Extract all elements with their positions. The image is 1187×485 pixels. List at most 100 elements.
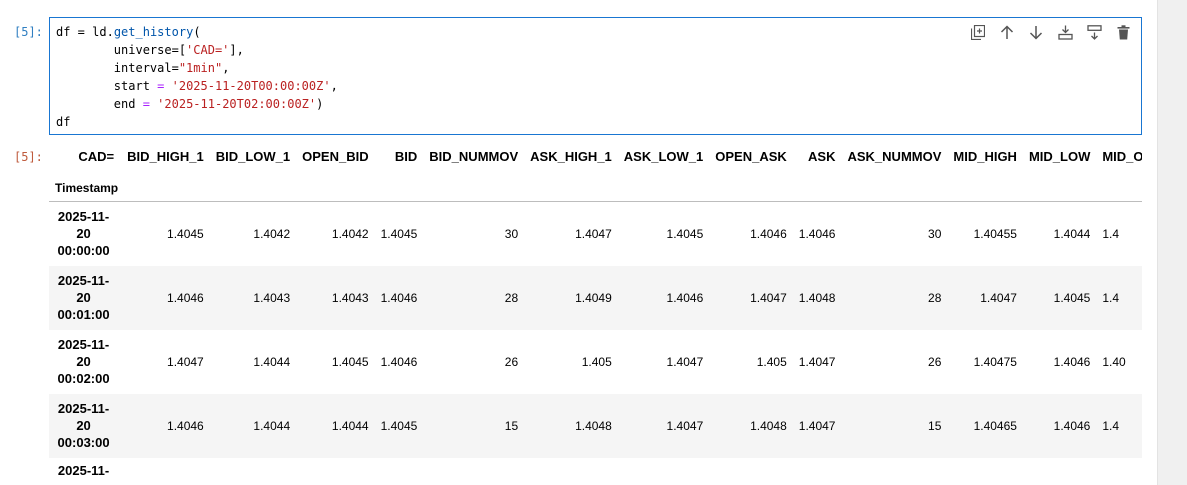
index-column-header: CAD= [78,148,115,164]
timestamp-part: 00:03:00 [57,435,110,450]
table-cell: 1.4044 [253,354,291,369]
column-header: MID_OI [1102,148,1142,164]
table-cell [420,458,521,485]
table-row: 2025-11- 20 00:02:00 1.4047 1.4044 1.4045 1.40… [49,330,1142,394]
table-cell: 28 [928,290,942,305]
table-cell: 1.4047 [980,290,1017,305]
move-down-icon[interactable] [1028,24,1044,40]
table-cell: 1.4044 [331,418,369,433]
table-cell: 1.4042 [331,226,369,241]
code-editor[interactable]: df = ld.get_history( universe=['CAD='], … [56,23,338,131]
index-name: Timestamp [55,181,119,195]
table-cell: 1.40475 [973,354,1017,369]
table-cell: 1.4046 [666,290,704,305]
insert-below-icon[interactable] [1057,24,1073,40]
table-cell: 1.4048 [575,418,612,433]
input-prompt: [5]: [14,25,43,39]
table-cell: 1.40455 [973,226,1017,241]
column-header: ASK_HIGH_1 [530,148,612,164]
column-header: BID_NUMMOV [429,148,519,164]
column-header: BID_HIGH_1 [127,148,204,164]
column-header: ASK_NUMMOV [847,148,942,164]
code-cell[interactable]: df = ld.get_history( universe=['CAD='], … [49,17,1142,135]
table-row: 2025-11- 20 00:01:00 1.4046 1.4043 1.4043 1.40… [49,265,1142,330]
timestamp-part: 2025-11- [57,209,110,225]
table-cell: 1.4045 [380,418,418,433]
table-cell: 1.4047 [798,354,836,369]
table-cell [790,458,839,485]
column-header: BID [394,148,418,164]
timestamp-part: 2025-11- [57,273,110,288]
timestamp-part: 20 [76,226,91,242]
table-cell: 1.4046 [1053,354,1091,369]
table-cell: 28 [504,290,519,305]
table-cell: 1.4047 [750,290,787,305]
table-cell: 1.4049 [575,290,612,305]
table-cell: 1.4048 [798,290,836,305]
table-cell [207,458,293,485]
timestamp-part: 00:02:00 [57,371,110,386]
table-cell: 1.4045 [380,226,418,241]
column-header: OPEN_ASK [715,148,787,164]
column-header-row: CAD= BID_HIGH_1 BID_LOW_1 OPEN_BID BID B… [49,137,1142,175]
column-header: MID_HIGH [953,148,1017,164]
table-cell: 15 [504,418,519,433]
table-row: 2025-11- 20 00:03:00 1.4046 1.4044 1.4044 1.40… [49,393,1142,458]
table-cell: 1.40465 [973,418,1017,433]
table-cell: 1.4047 [798,418,836,433]
table-cell [521,458,615,485]
table-cell: 15 [928,418,942,433]
table-cell: 1.4048 [750,418,787,433]
table-cell: 1.4047 [167,354,204,369]
row-index-timestamp: 2025-11- 20 00:00:00 [49,202,118,266]
table-cell: 1.4047 [575,226,612,241]
table-cell: 1.4 [1102,226,1120,241]
table-cell [615,458,706,485]
table-cell: 1.4046 [750,226,787,241]
table-cell: 1.40 [1102,354,1126,369]
table-cell: 1.405 [581,354,612,369]
table-cell: 1.4045 [167,226,204,241]
table-cell [293,458,371,485]
timestamp-part: 20 [76,418,91,433]
column-header: MID_LOW [1028,148,1091,164]
table-cell: 1.4045 [666,226,704,241]
table-cell: 1.405 [756,354,787,369]
column-header: ASK [808,148,836,164]
table-row: 2025-11- [49,458,1142,485]
table-cell [944,458,1020,485]
dataframe-output: CAD= BID_HIGH_1 BID_LOW_1 OPEN_BID BID B… [49,137,1142,485]
delete-icon[interactable] [1115,24,1131,40]
timestamp-part: 2025-11- [57,337,110,352]
table-cell: 1.4044 [253,418,291,433]
insert-above-icon[interactable] [1086,24,1102,40]
table-cell: 1.4046 [1053,418,1091,433]
table-cell: 26 [928,354,942,369]
timestamp-part: 2025-11- [57,401,110,416]
dataframe-table: CAD= BID_HIGH_1 BID_LOW_1 OPEN_BID BID B… [49,137,1142,485]
table-cell: 1.4046 [167,418,204,433]
output-prompt: [5]: [14,150,43,164]
table-cell [706,458,790,485]
column-header: ASK_LOW_1 [623,148,704,164]
timestamp-part: 20 [76,290,91,305]
table-cell: 30 [504,226,519,241]
column-header: OPEN_BID [302,148,369,164]
table-cell: 1.4047 [666,418,704,433]
table-cell: 1.4 [1102,290,1120,305]
timestamp-part: 00:00:00 [57,243,110,259]
table-row: 2025-11- 20 00:00:00 1.4045 1.4042 1.4042 1.40… [49,202,1142,266]
duplicate-icon[interactable] [970,24,986,40]
table-cell: 1.4042 [253,226,291,241]
move-up-icon[interactable] [999,24,1015,40]
row-index-timestamp: 2025-11- 20 00:03:00 [49,394,118,458]
timestamp-part: 00:01:00 [57,307,110,322]
table-cell: 1.4 [1102,418,1120,433]
table-cell: 1.4045 [331,354,369,369]
page-scrollbar[interactable] [1157,0,1187,485]
table-cell: 1.4046 [167,290,204,305]
table-cell: 1.4046 [380,354,418,369]
table-cell [1020,458,1093,485]
column-header: BID_LOW_1 [215,148,291,164]
table-cell: 1.4046 [380,290,418,305]
